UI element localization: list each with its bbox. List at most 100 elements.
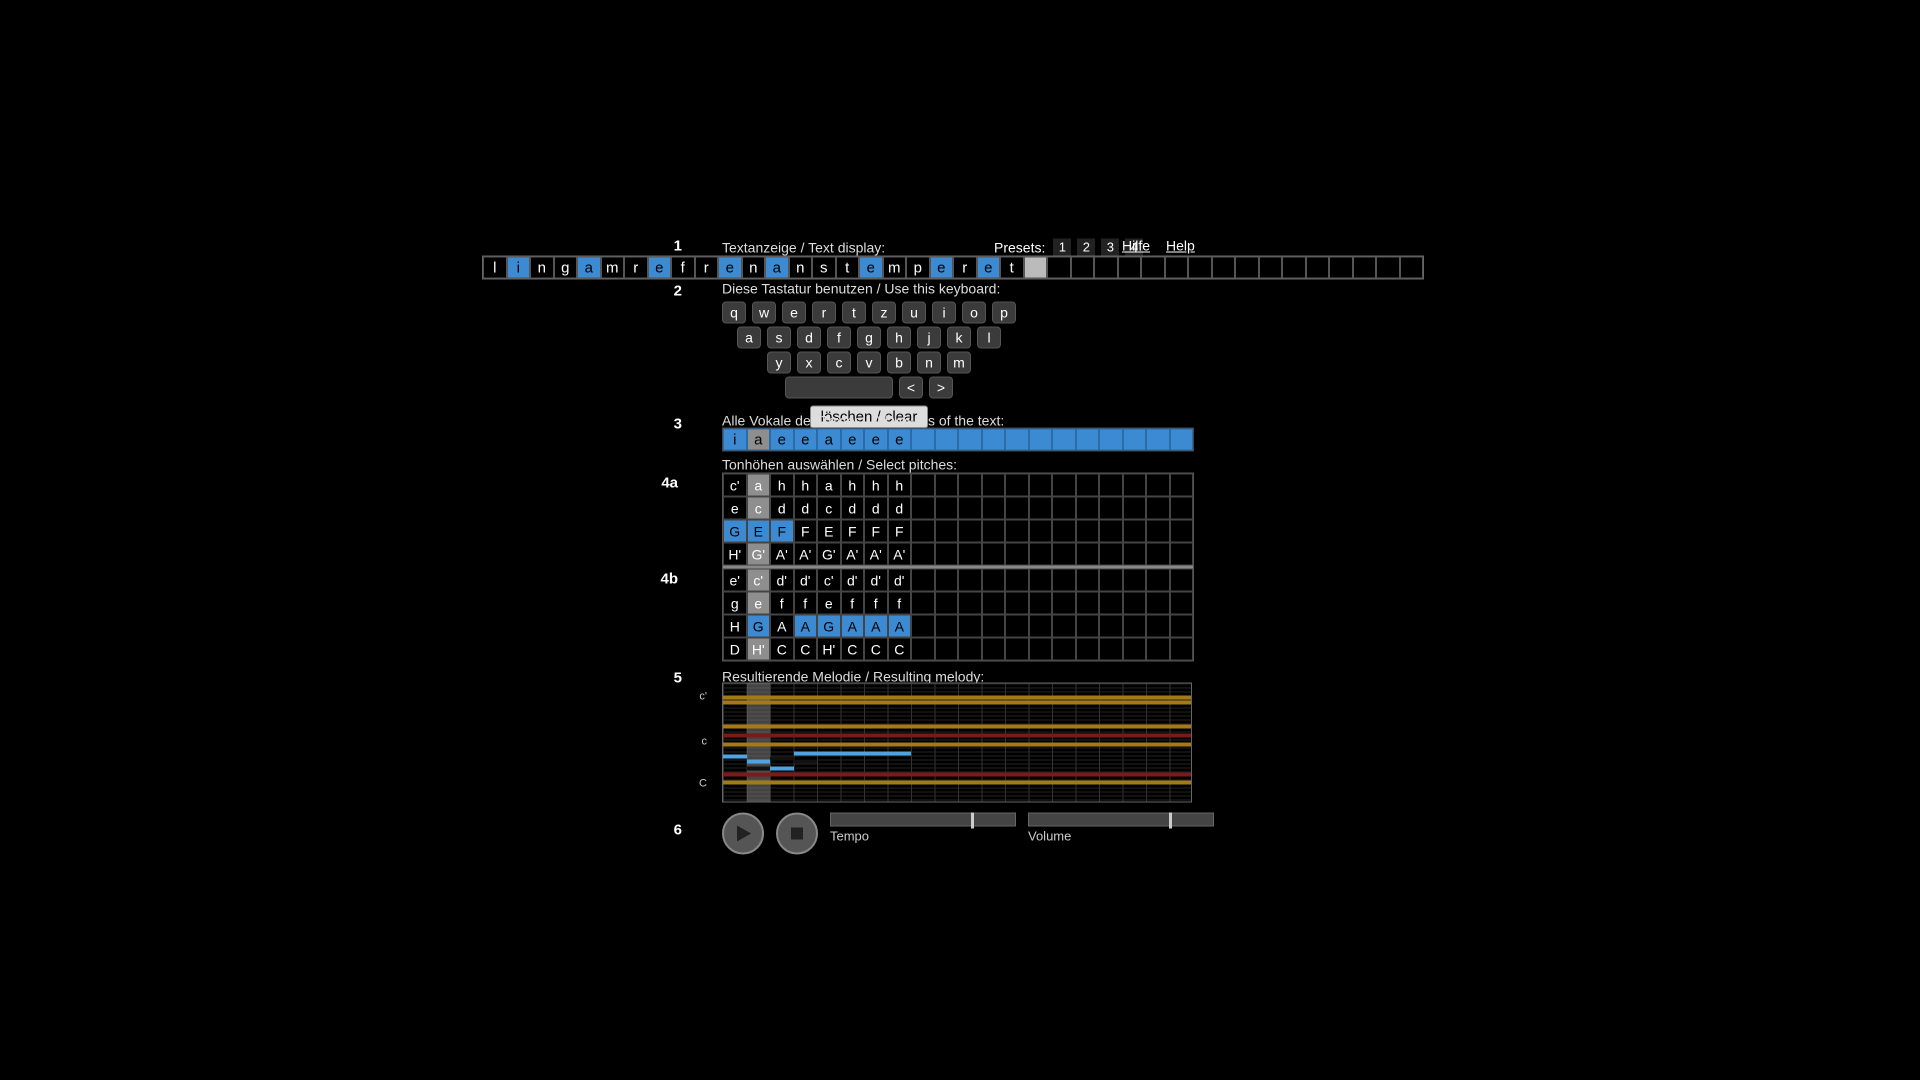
text-cell[interactable]	[1259, 257, 1283, 279]
vowel-cell[interactable]: e	[864, 429, 888, 451]
text-cell[interactable]: i	[507, 257, 531, 279]
key-n[interactable]: n	[917, 352, 941, 374]
pitch-cell[interactable]	[1146, 520, 1170, 543]
pianoroll-note[interactable]	[817, 752, 841, 756]
text-cell[interactable]: f	[671, 257, 695, 279]
pitch-cell[interactable]	[1123, 474, 1147, 497]
pitch-cell[interactable]	[982, 569, 1006, 592]
key-y[interactable]: y	[767, 352, 791, 374]
pitch-cell[interactable]	[982, 592, 1006, 615]
vowel-cell[interactable]	[1099, 429, 1123, 451]
pitch-cell[interactable]	[1170, 638, 1194, 661]
key-s[interactable]: s	[767, 327, 791, 349]
pitch-cell[interactable]: G	[747, 615, 771, 638]
pitch-cell[interactable]	[1170, 615, 1194, 638]
pitch-cell[interactable]: e	[747, 592, 771, 615]
pianoroll-note[interactable]	[747, 759, 771, 763]
pitch-cell[interactable]: c	[817, 497, 841, 520]
pitch-cell[interactable]	[1099, 592, 1123, 615]
pitch-cell[interactable]	[1076, 638, 1100, 661]
volume-slider[interactable]	[1028, 813, 1214, 827]
pitch-cell[interactable]	[958, 592, 982, 615]
pitch-cell[interactable]	[982, 543, 1006, 566]
pitch-cell[interactable]	[982, 615, 1006, 638]
pitch-cell[interactable]: D	[723, 638, 747, 661]
stop-button[interactable]	[776, 813, 818, 855]
pitch-cell[interactable]	[1123, 615, 1147, 638]
text-cell[interactable]	[1188, 257, 1212, 279]
pitch-cell[interactable]	[1099, 569, 1123, 592]
pitch-cell[interactable]	[982, 474, 1006, 497]
key-q[interactable]: q	[722, 302, 746, 324]
text-cell[interactable]	[1118, 257, 1142, 279]
pitch-cell[interactable]	[1052, 638, 1076, 661]
text-cell[interactable]	[1024, 257, 1048, 279]
key-h[interactable]: h	[887, 327, 911, 349]
key-b[interactable]: b	[887, 352, 911, 374]
text-cell[interactable]	[1047, 257, 1071, 279]
pitch-cell[interactable]	[1029, 520, 1053, 543]
pitch-cell[interactable]: d	[864, 497, 888, 520]
text-cell[interactable]	[1400, 257, 1424, 279]
pitch-cell[interactable]	[1076, 592, 1100, 615]
text-cell[interactable]	[1141, 257, 1165, 279]
pitch-cell[interactable]	[982, 638, 1006, 661]
pitch-cell[interactable]: h	[770, 474, 794, 497]
pitch-cell[interactable]	[1076, 569, 1100, 592]
pitch-cell[interactable]	[1029, 569, 1053, 592]
text-cell[interactable]: n	[530, 257, 554, 279]
key-right[interactable]: >	[929, 377, 953, 399]
pitch-cell[interactable]	[935, 569, 959, 592]
pitch-cell[interactable]: e'	[723, 569, 747, 592]
pitch-cell[interactable]	[1076, 497, 1100, 520]
preset-button-1[interactable]: 1	[1053, 239, 1071, 257]
pitch-cell[interactable]: A	[864, 615, 888, 638]
vowel-cell[interactable]	[1052, 429, 1076, 451]
pitch-cell[interactable]	[1076, 474, 1100, 497]
pianoroll-note[interactable]	[747, 766, 771, 770]
pitch-cell[interactable]	[1052, 569, 1076, 592]
text-cell[interactable]: l	[483, 257, 507, 279]
pitch-cell[interactable]: H'	[747, 638, 771, 661]
pitch-cell[interactable]: G	[723, 520, 747, 543]
key-l[interactable]: l	[977, 327, 1001, 349]
pitch-cell[interactable]: F	[770, 520, 794, 543]
pitch-cell[interactable]	[1146, 543, 1170, 566]
pitch-cell[interactable]	[935, 520, 959, 543]
pitch-cell[interactable]	[1099, 497, 1123, 520]
pitch-cell[interactable]: g	[723, 592, 747, 615]
pitch-cell[interactable]	[1076, 543, 1100, 566]
key-t[interactable]: t	[842, 302, 866, 324]
pitch-cell[interactable]	[1146, 638, 1170, 661]
pitch-cell[interactable]	[958, 615, 982, 638]
pitch-cell[interactable]: a	[817, 474, 841, 497]
pitch-cell[interactable]: A	[794, 615, 818, 638]
preset-button-2[interactable]: 2	[1077, 239, 1095, 257]
play-button[interactable]	[722, 813, 764, 855]
text-cell[interactable]	[1376, 257, 1400, 279]
pitch-cell[interactable]	[1076, 520, 1100, 543]
pitch-cell[interactable]: h	[794, 474, 818, 497]
pitch-cell[interactable]	[1123, 638, 1147, 661]
pitch-cell[interactable]: F	[794, 520, 818, 543]
tempo-slider[interactable]	[830, 813, 1016, 827]
pitch-cell[interactable]	[1146, 497, 1170, 520]
pitch-cell[interactable]: h	[888, 474, 912, 497]
pitch-cell[interactable]	[958, 520, 982, 543]
pitch-cell[interactable]	[1029, 592, 1053, 615]
text-cell[interactable]: a	[765, 257, 789, 279]
pitch-cell[interactable]: c'	[817, 569, 841, 592]
vowel-cell[interactable]	[1146, 429, 1170, 451]
pitch-cell[interactable]: A'	[864, 543, 888, 566]
pitch-cell[interactable]	[1170, 569, 1194, 592]
pitch-cell[interactable]: G'	[747, 543, 771, 566]
pitch-cell[interactable]: d'	[770, 569, 794, 592]
pitch-cell[interactable]: d'	[864, 569, 888, 592]
pitch-cell[interactable]	[958, 569, 982, 592]
vowel-cell[interactable]: a	[747, 429, 771, 451]
pitch-cell[interactable]	[935, 638, 959, 661]
text-cell[interactable]: m	[883, 257, 907, 279]
text-cell[interactable]: e	[859, 257, 883, 279]
text-cell[interactable]: t	[1000, 257, 1024, 279]
pitch-cell[interactable]	[911, 497, 935, 520]
